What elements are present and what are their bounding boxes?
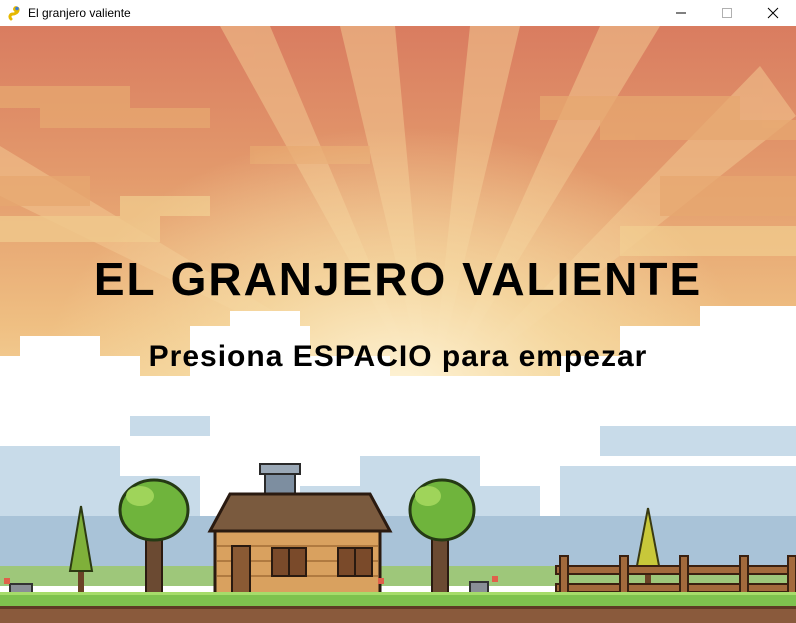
close-icon <box>767 7 779 19</box>
game-scene[interactable]: EL GRANJERO VALIENTE Presiona ESPACIO pa… <box>0 26 796 623</box>
minimize-button[interactable] <box>658 0 704 26</box>
pygame-snake-icon <box>8 6 20 21</box>
start-prompt: Presiona ESPACIO para empezar <box>148 340 648 373</box>
maximize-icon <box>722 8 732 18</box>
close-button[interactable] <box>750 0 796 26</box>
minimize-icon <box>676 12 686 14</box>
game-title: EL GRANJERO VALIENTE <box>93 253 703 305</box>
game-window: El granjero valiente EL GRANJERO VALIENT… <box>0 0 796 623</box>
window-controls <box>658 0 796 26</box>
maximize-button[interactable] <box>704 0 750 26</box>
title-bar[interactable]: El granjero valiente <box>0 0 796 26</box>
window-title: El granjero valiente <box>28 6 131 20</box>
farm-background <box>0 26 796 623</box>
